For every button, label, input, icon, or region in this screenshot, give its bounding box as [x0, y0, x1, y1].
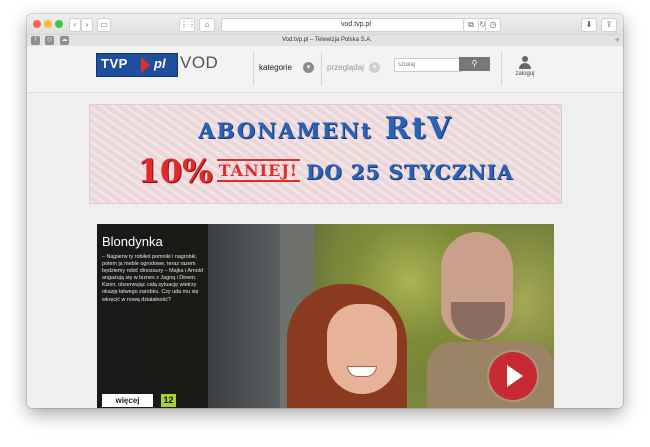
top-sites-button[interactable]: ⋮⋮	[179, 18, 196, 32]
browser-window: ‹ › ▭ ⋮⋮ ⌂ vod.tvp.pl ↻ ⧉ ◷ ⬇ ⇪ f ◎ ☁ Vo…	[27, 14, 623, 408]
sidebar-icon: ▭	[100, 20, 108, 29]
hero-title: Blondynka	[102, 234, 163, 249]
tabs-icon: ⧉	[468, 20, 474, 29]
user-icon-head	[522, 56, 528, 62]
user-icon[interactable]	[518, 56, 532, 70]
chevron-down-icon[interactable]: ▾	[369, 62, 380, 73]
search-button[interactable]: ⚲	[459, 57, 490, 71]
more-button[interactable]: więcej	[102, 394, 153, 407]
hero-woman	[287, 284, 427, 408]
search-input[interactable]	[394, 58, 462, 72]
share-button[interactable]: ⇪	[601, 18, 617, 32]
logo-text: TVP	[101, 56, 128, 71]
banner-headline: ABONAMENt RtV	[90, 111, 561, 146]
browser-toolbar: ‹ › ▭ ⋮⋮ ⌂ vod.tvp.pl ↻ ⧉ ◷ ⬇ ⇪	[27, 14, 623, 34]
divider	[501, 52, 502, 86]
hero-description: – Najpierw ty robiłeś pomniki i nagrobki…	[102, 254, 203, 303]
home-button[interactable]: ⌂	[199, 18, 215, 32]
history-button[interactable]: ◷	[485, 18, 501, 32]
new-tab-button[interactable]: +	[615, 35, 620, 46]
facebook-icon[interactable]: f	[31, 36, 40, 45]
browse-link[interactable]: przeglądaj	[327, 63, 364, 72]
site-header: TVP pl VOD kategorie ▾ przeglądaj ▾ ⚲ za…	[27, 46, 623, 93]
url-text: vod.tvp.pl	[341, 21, 371, 28]
featured-hero[interactable]: Blondynka – Najpierw ty robiłeś pomniki …	[97, 224, 554, 408]
promo-banner[interactable]: ABONAMENt RtV 10% TANIEJ! DO 25 STYCZNIA	[89, 104, 562, 204]
logo-play-icon	[141, 57, 150, 73]
hero-background	[208, 224, 280, 408]
chevron-left-icon: ‹	[73, 20, 77, 29]
play-button[interactable]	[489, 352, 537, 400]
play-icon	[507, 365, 523, 387]
hero-woman-face	[327, 304, 397, 394]
banner-rtv: RtV	[384, 111, 453, 146]
share-icon: ⇪	[605, 20, 613, 29]
grid-icon: ⋮⋮	[180, 20, 196, 29]
chevron-right-icon: ›	[85, 20, 89, 29]
banner-percent: 10%	[137, 152, 213, 190]
download-icon: ⬇	[585, 20, 593, 29]
address-bar[interactable]: vod.tvp.pl ↻	[221, 18, 491, 32]
vod-label[interactable]: VOD	[180, 53, 218, 73]
divider	[253, 52, 254, 86]
close-window-button[interactable]	[33, 20, 41, 28]
age-rating-badge: 12	[161, 394, 176, 407]
tabs-overview-button[interactable]: ⧉	[463, 18, 479, 32]
back-button[interactable]: ‹	[69, 18, 81, 32]
banner-abonament: ABONAMENt	[198, 118, 373, 143]
cloud-icon[interactable]: ☁	[60, 36, 69, 45]
tvp-logo[interactable]: TVP pl	[96, 53, 178, 77]
divider	[321, 52, 322, 86]
sidebar-button[interactable]: ▭	[97, 18, 111, 32]
login-link[interactable]: zaloguj	[510, 71, 540, 77]
search-icon: ⚲	[471, 59, 478, 68]
tab-title[interactable]: Vod.tvp.pl – Telewizja Polska S.A.	[227, 35, 427, 46]
logo-suffix: pl	[154, 56, 166, 71]
minimize-window-button[interactable]	[44, 20, 52, 28]
banner-subline: 10% TANIEJ! DO 25 STYCZNIA	[90, 152, 561, 190]
banner-taniej: TANIEJ!	[216, 159, 300, 182]
chevron-down-icon[interactable]: ▾	[303, 62, 314, 73]
forward-button[interactable]: ›	[81, 18, 93, 32]
clock-icon: ◷	[489, 20, 497, 29]
page-viewport: TVP pl VOD kategorie ▾ przeglądaj ▾ ⚲ za…	[27, 46, 623, 408]
instagram-icon[interactable]: ◎	[45, 36, 54, 45]
home-icon: ⌂	[204, 20, 210, 29]
hero-info-panel: Blondynka – Najpierw ty robiłeś pomniki …	[97, 224, 208, 408]
zoom-window-button[interactable]	[55, 20, 63, 28]
user-icon-body	[519, 63, 531, 69]
categories-link[interactable]: kategorie	[259, 63, 292, 72]
banner-date: DO 25 STYCZNIA	[305, 160, 514, 184]
download-button[interactable]: ⬇	[581, 18, 597, 32]
